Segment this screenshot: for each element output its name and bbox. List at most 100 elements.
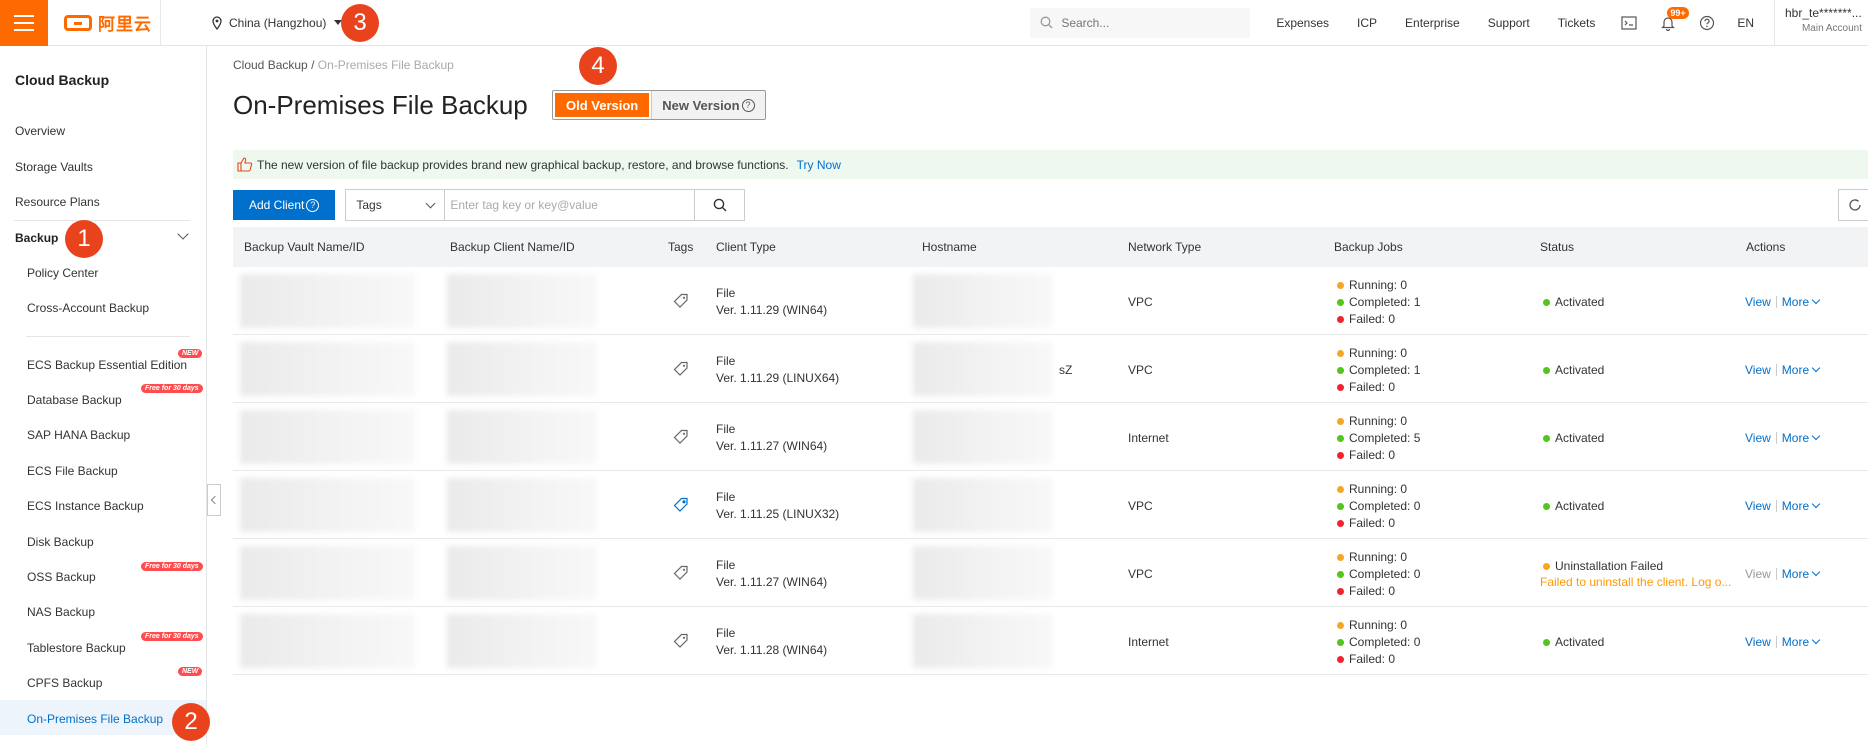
action-separator [1775, 636, 1777, 648]
redacted-client-id [447, 274, 597, 328]
tag-icon[interactable] [673, 565, 689, 581]
action-separator [1775, 568, 1777, 580]
sidebar-item-oss-backup[interactable]: OSS Backup [27, 570, 96, 584]
sidebar-item-cpfs-backup[interactable]: CPFS Backup [27, 676, 102, 690]
more-label: More [1781, 499, 1810, 513]
client-status: Activated [1543, 635, 1604, 649]
cloud-shell-icon[interactable] [1609, 15, 1649, 30]
redacted-vault-id [240, 478, 415, 532]
row-actions: View More [1745, 635, 1821, 649]
sidebar-collapse-button[interactable] [207, 484, 221, 516]
notification-bell-icon[interactable]: 99+ [1649, 6, 1689, 31]
hamburger-menu-button[interactable] [0, 0, 48, 46]
running-status-dot [1337, 486, 1344, 493]
help-icon[interactable] [1687, 15, 1727, 31]
account-name: hbr_te*******... [1785, 5, 1862, 20]
tag-icon[interactable] [673, 633, 689, 649]
jobs-running-label: Running: [1349, 346, 1398, 360]
status-label: Activated [1555, 499, 1605, 513]
more-dropdown[interactable]: More [1782, 635, 1821, 649]
aliyun-logo-icon [64, 14, 92, 31]
jobs-failed-label: Failed: [1349, 448, 1386, 462]
client-status: Activated [1543, 363, 1604, 377]
chevron-down-icon [1811, 295, 1821, 305]
failed-status-dot [1337, 588, 1344, 595]
sidebar-item-disk-backup[interactable]: Disk Backup [27, 535, 94, 549]
more-dropdown[interactable]: More [1782, 431, 1821, 445]
page-title: On-Premises File Backup [233, 90, 528, 120]
redacted-vault-id [240, 614, 415, 668]
view-link[interactable]: View [1745, 295, 1771, 309]
sidebar-item-cross-account-backup[interactable]: Cross-Account Backup [27, 301, 149, 315]
tag-search-input[interactable] [445, 189, 696, 221]
more-dropdown[interactable]: More [1781, 499, 1821, 513]
chevron-down-icon[interactable] [177, 228, 189, 240]
topnav-support[interactable]: Support [1474, 16, 1544, 30]
thumbs-up-icon [237, 157, 253, 172]
jobs-completed: Completed: 0 [1337, 567, 1420, 581]
jobs-running-label: Running: [1349, 550, 1398, 564]
breadcrumb-current: On-Premises File Backup [317, 58, 454, 72]
sidebar-item-storage-vaults[interactable]: Storage Vaults [15, 160, 93, 174]
status-label: Activated [1555, 363, 1605, 377]
global-search-input[interactable] [1061, 15, 1232, 30]
more-dropdown[interactable]: More [1782, 295, 1821, 309]
redacted-hostname [913, 546, 1053, 600]
language-switcher[interactable]: EN [1727, 16, 1774, 30]
tag-icon[interactable] [673, 293, 689, 309]
view-link[interactable]: View [1745, 635, 1771, 649]
region-selector[interactable]: China (Hangzhou) [161, 16, 371, 30]
new-version-button[interactable]: New Version ? [651, 91, 765, 119]
sidebar-item-nas-backup[interactable]: NAS Backup [27, 605, 95, 619]
jobs-failed-count: 0 [1388, 380, 1396, 394]
tag-search-button[interactable] [695, 189, 746, 221]
jobs-completed-label: Completed: [1349, 431, 1411, 445]
completed-status-dot [1337, 571, 1344, 578]
more-dropdown[interactable]: More [1782, 567, 1821, 581]
region-label: China (Hangzhou) [229, 15, 327, 30]
redacted-vault-id [240, 546, 415, 600]
sidebar-item-tablestore-backup[interactable]: Tablestore Backup [27, 641, 126, 655]
tag-icon[interactable] [673, 497, 689, 513]
sidebar-item-resource-plans[interactable]: Resource Plans [15, 195, 100, 209]
redacted-vault-id [240, 274, 415, 328]
more-dropdown[interactable]: More [1782, 363, 1821, 377]
col-status: Status [1540, 240, 1575, 254]
global-search[interactable] [1030, 7, 1251, 38]
topnav-tickets[interactable]: Tickets [1544, 16, 1610, 30]
status-detail[interactable]: Failed to uninstall the client. Log o... [1540, 575, 1731, 589]
view-link[interactable]: View [1745, 431, 1771, 445]
try-now-link[interactable]: Try Now [797, 158, 841, 172]
sidebar-item-ecs-file-backup[interactable]: ECS File Backup [27, 464, 118, 478]
view-link[interactable]: View [1745, 363, 1771, 377]
status-dot [1543, 435, 1550, 442]
old-version-button[interactable]: Old Version [553, 91, 652, 119]
tag-icon[interactable] [673, 429, 689, 445]
topnav-enterprise[interactable]: Enterprise [1391, 16, 1474, 30]
breadcrumb-root[interactable]: Cloud Backup [233, 58, 308, 72]
jobs-failed-label: Failed: [1349, 380, 1386, 394]
sidebar-item-ecs-backup-essential[interactable]: ECS Backup Essential Edition [27, 358, 187, 372]
sidebar-item-overview[interactable]: Overview [15, 124, 65, 138]
sidebar-item-database-backup[interactable]: Database Backup [27, 393, 122, 407]
topnav-expenses[interactable]: Expenses [1262, 16, 1343, 30]
tags-dropdown[interactable]: Tags [345, 189, 446, 221]
col-network-type: Network Type [1128, 240, 1202, 254]
redacted-hostname [913, 274, 1053, 328]
add-client-button[interactable]: Add Client ? [233, 190, 336, 220]
refresh-button[interactable] [1838, 189, 1868, 221]
topnav-icp[interactable]: ICP [1343, 16, 1391, 30]
client-type: File [716, 354, 736, 368]
sidebar-item-ecs-instance-backup[interactable]: ECS Instance Backup [27, 499, 144, 513]
sidebar-item-sap-hana-backup[interactable]: SAP HANA Backup [27, 428, 130, 442]
view-link[interactable]: View [1745, 567, 1771, 581]
sidebar-group-backup[interactable]: Backup [15, 231, 58, 245]
view-link[interactable]: View [1745, 499, 1771, 513]
aliyun-logo[interactable]: 阿里云 [48, 10, 160, 35]
table-row: File Ver. 1.11.27 (WIN64) VPC Running: 0… [233, 539, 1868, 607]
account-menu[interactable]: hbr_te*******... Main Account [1774, 0, 1868, 46]
tag-icon[interactable] [673, 361, 689, 377]
tags-dropdown-label: Tags [356, 198, 382, 212]
sidebar-item-policy-center[interactable]: Policy Center [27, 266, 98, 280]
client-version: Ver. 1.11.27 (WIN64) [716, 439, 828, 453]
